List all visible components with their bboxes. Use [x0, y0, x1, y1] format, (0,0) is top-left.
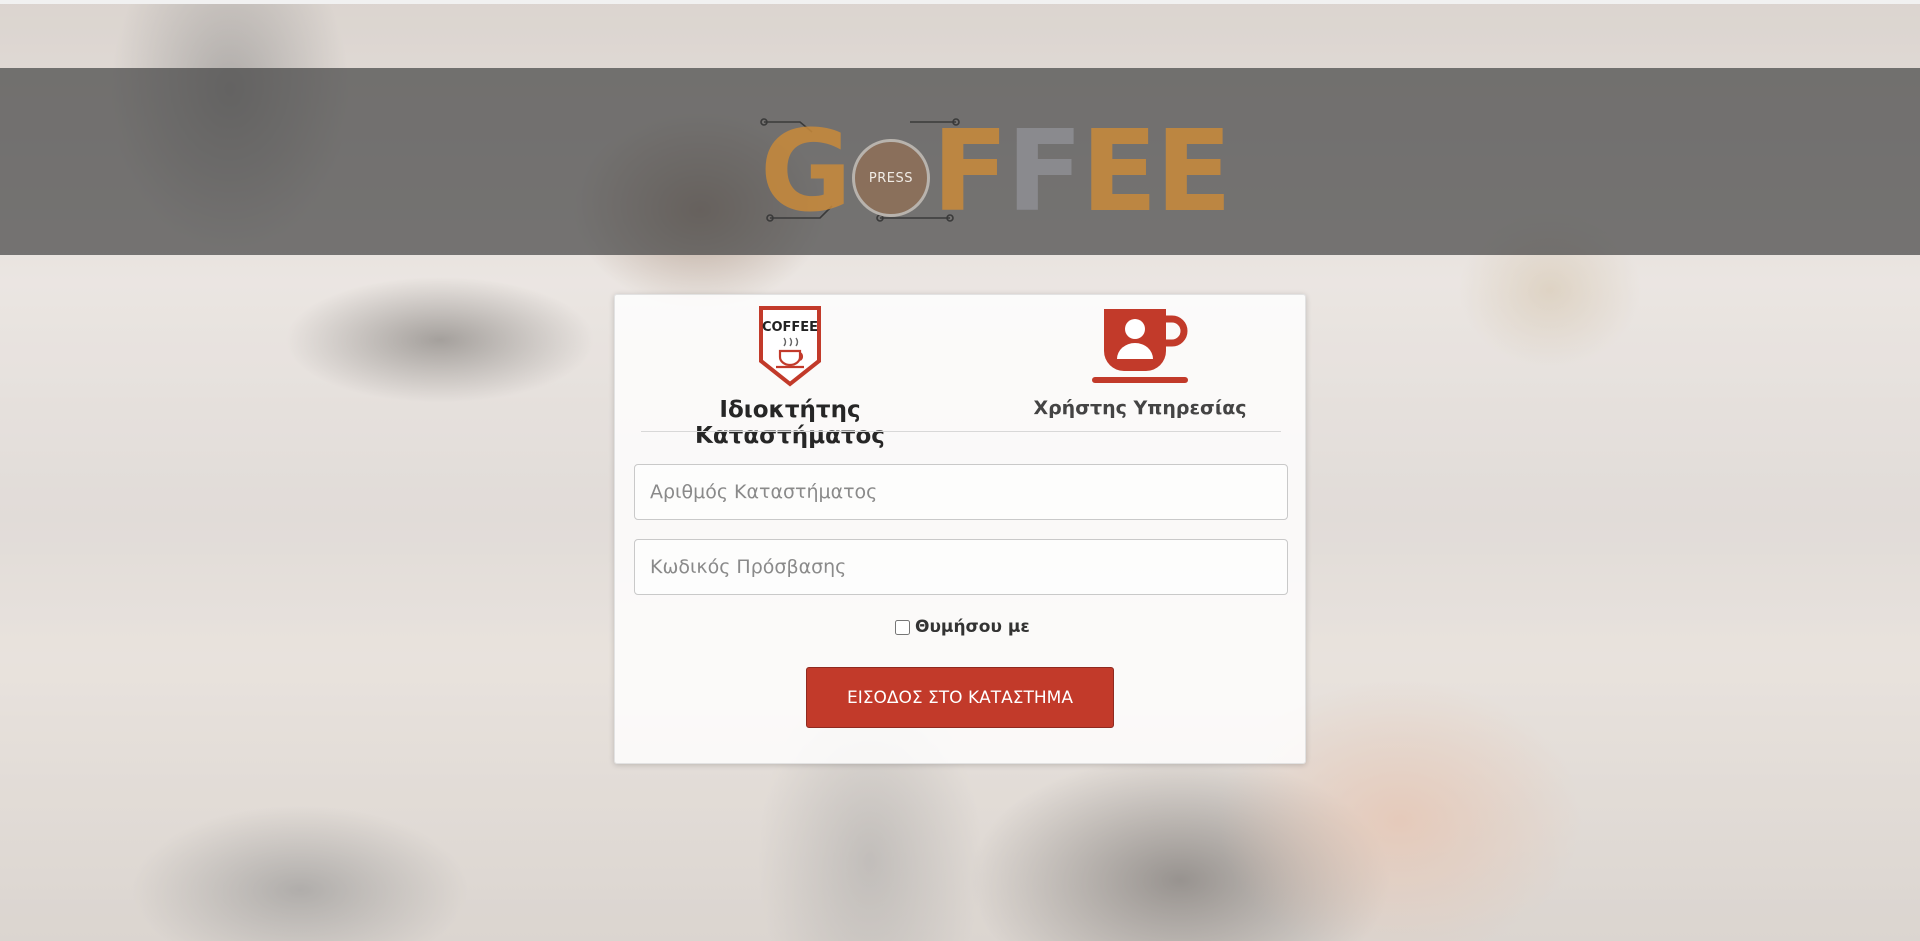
logo-letter-g: G — [760, 107, 852, 237]
login-card: COFFEE Ιδιοκτήτης Καταστήματος Χρήστης Υ… — [614, 294, 1306, 764]
remember-me: Θυμήσου με — [895, 617, 1030, 637]
coffee-cup-user-icon — [1092, 309, 1188, 383]
coffee-shop-badge-icon: COFFEE — [759, 306, 821, 387]
role-label-store-owner: Ιδιοκτήτης Καταστήματος — [695, 397, 885, 449]
logo-press-text: PRESS — [868, 170, 913, 186]
store-number-input[interactable] — [634, 464, 1288, 520]
card-divider — [641, 431, 1281, 432]
logo-letter-f1: F — [931, 107, 1009, 237]
remember-me-label[interactable]: Θυμήσου με — [915, 617, 1030, 637]
logo-press-circle: PRESS — [851, 139, 930, 217]
store-login-button[interactable]: ΕΙΣΟΔΟΣ ΣΤΟ ΚΑΤΑΣΤΗΜΑ — [806, 667, 1114, 728]
logo-letter-e2: E — [1155, 107, 1232, 237]
goffee-logo: G PRESS F F E E — [760, 112, 1240, 232]
top-bar — [0, 0, 1920, 4]
logo-letter-e1: E — [1080, 107, 1158, 237]
remember-me-checkbox[interactable] — [895, 619, 910, 635]
role-option-store-owner[interactable]: COFFEE Ιδιοκτήτης Καταστήματος — [635, 305, 945, 449]
svg-text:COFFEE: COFFEE — [762, 320, 818, 335]
role-label-service-user: Χρήστης Υπηρεσίας — [1033, 397, 1247, 419]
role-option-service-user[interactable]: Χρήστης Υπηρεσίας — [1015, 307, 1265, 419]
password-input[interactable] — [634, 539, 1288, 595]
logo-letter-f2: F — [1006, 107, 1083, 237]
